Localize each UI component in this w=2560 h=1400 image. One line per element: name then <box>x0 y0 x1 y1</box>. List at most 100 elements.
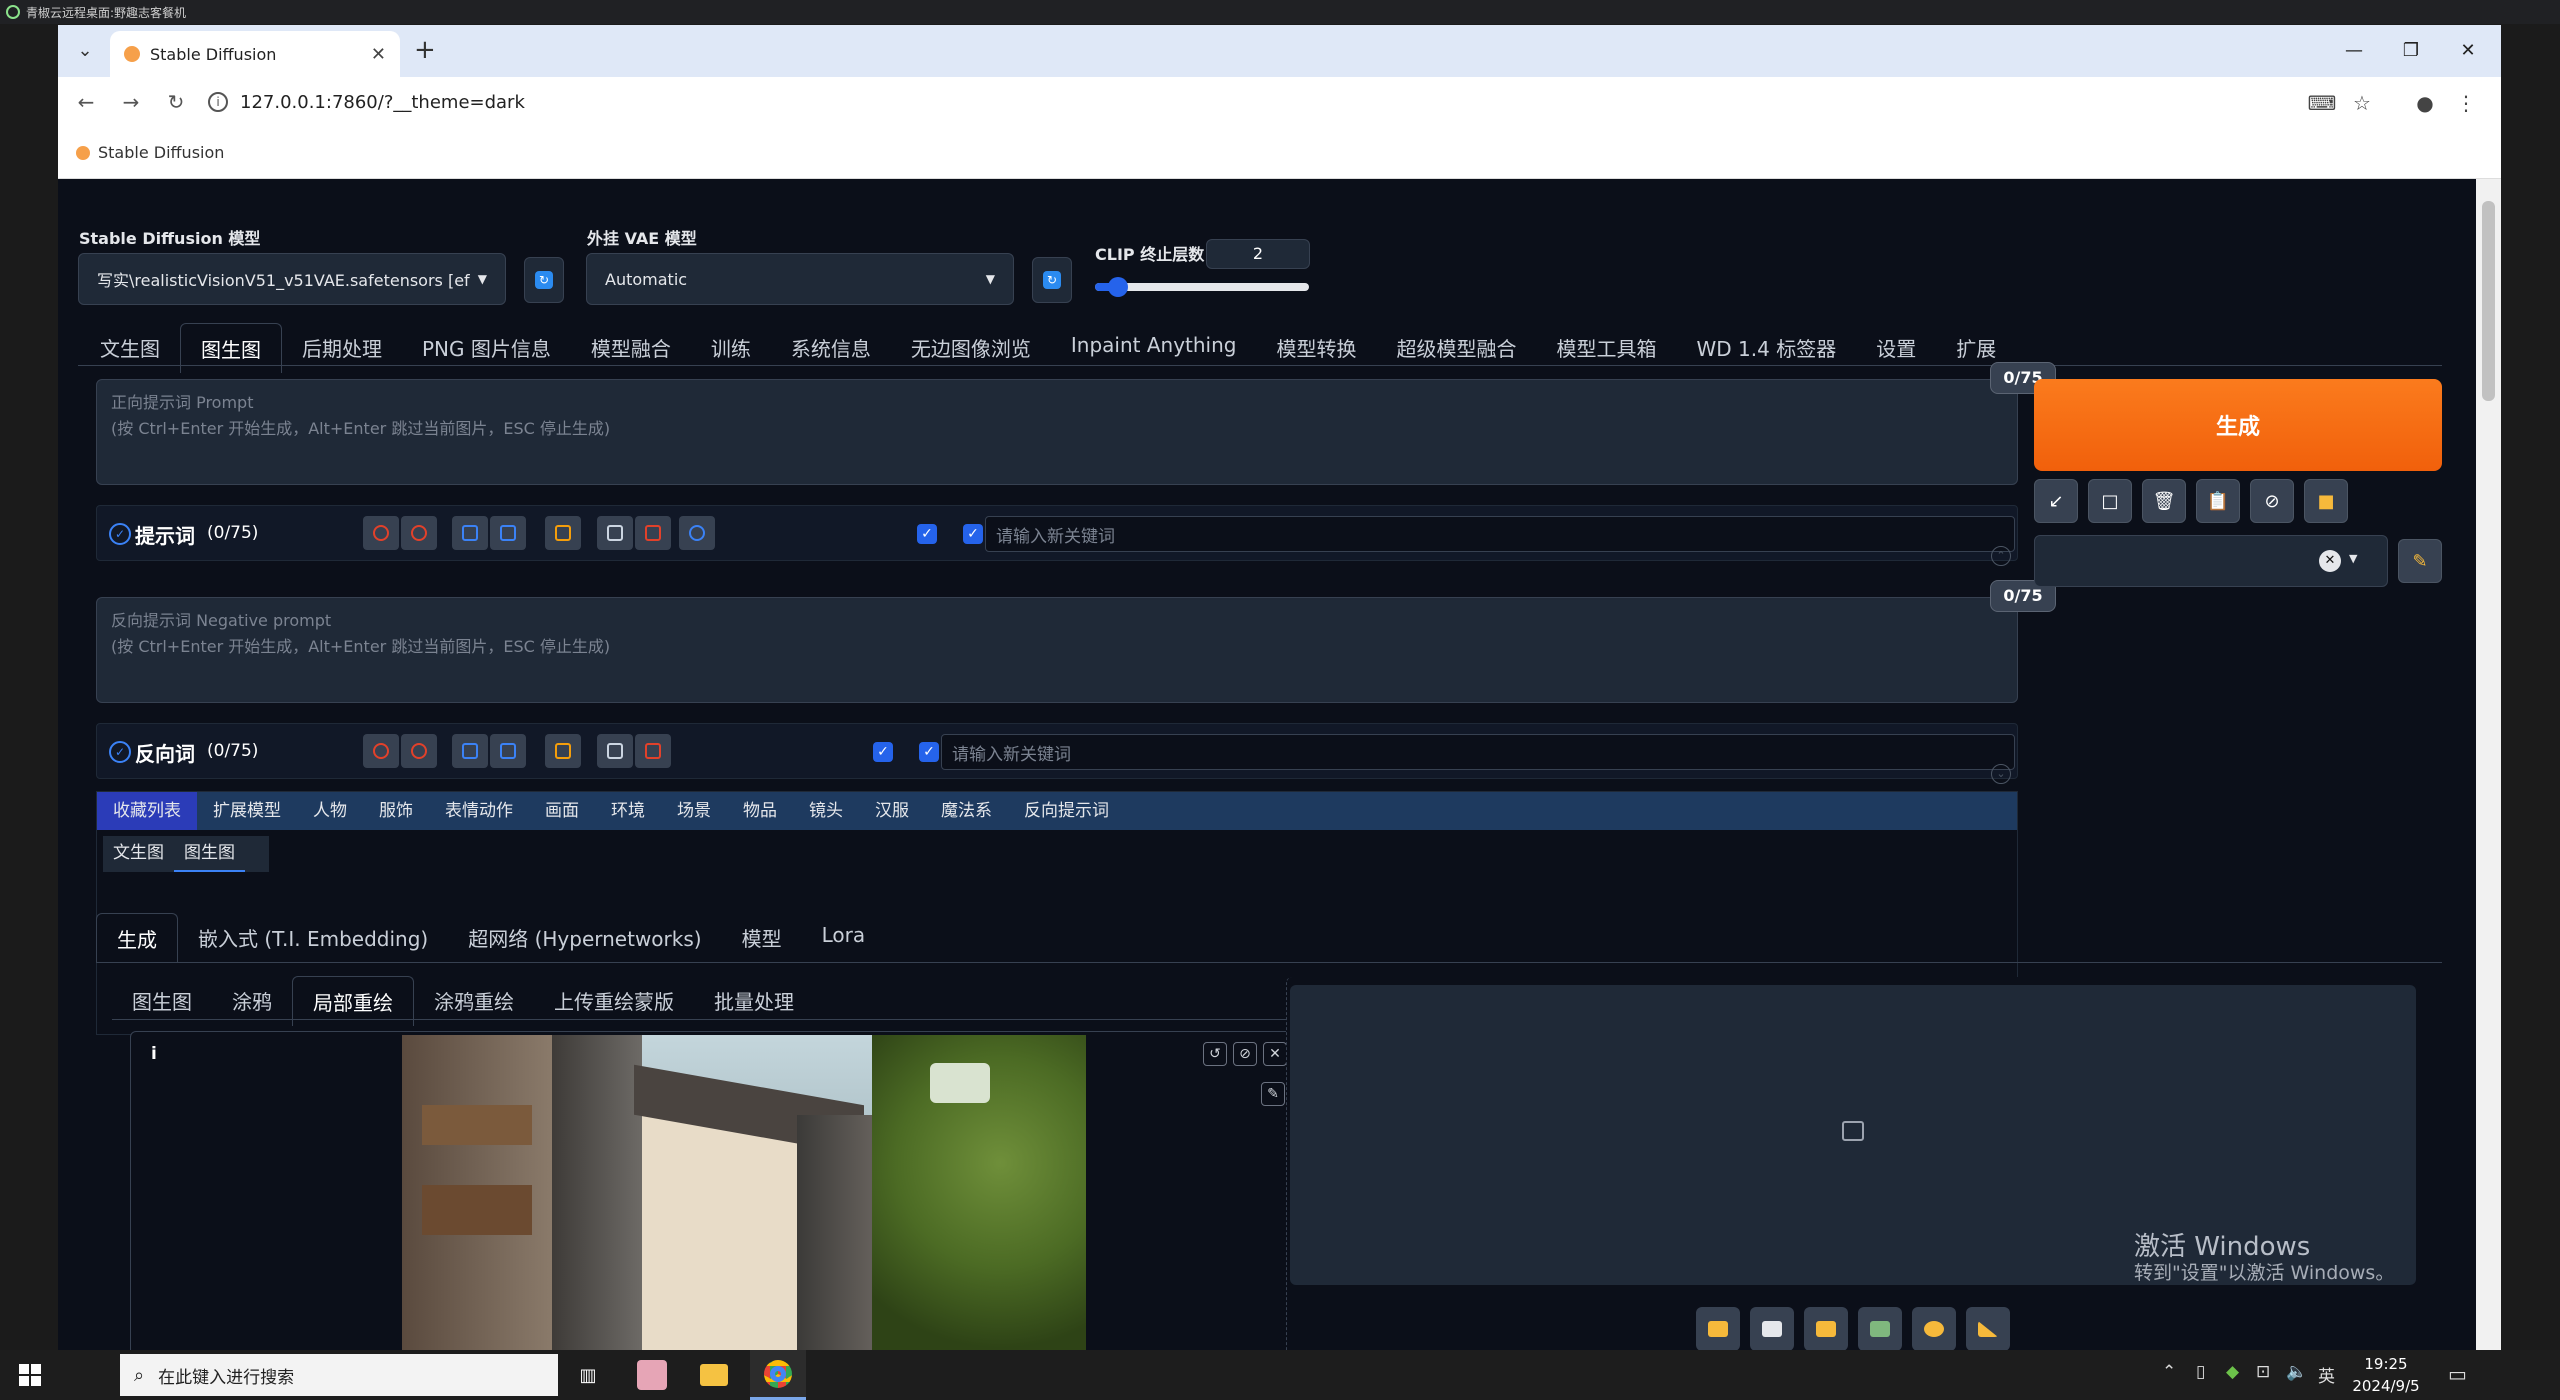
trash-can-icon[interactable]: 🗑 <box>2142 479 2186 523</box>
sd-model-select[interactable]: 写实\realisticVisionV51_v51VAE.safetensors… <box>78 253 506 305</box>
gen-tab-generate[interactable]: 生成 <box>96 913 178 963</box>
prompt-option-checkbox[interactable]: ✓ <box>917 524 937 544</box>
copy-icon[interactable] <box>597 516 633 550</box>
category-tab[interactable]: 镜头 <box>793 792 859 830</box>
anime-app-icon[interactable] <box>624 1350 680 1400</box>
bookmark-star-icon[interactable]: ☆ <box>2348 89 2376 117</box>
gear-icon[interactable] <box>679 516 715 550</box>
reload-icon[interactable]: ↻ <box>161 87 191 117</box>
chrome-icon[interactable] <box>750 1350 806 1400</box>
category-tab[interactable]: 反向提示词 <box>1008 792 1125 830</box>
browser-menu-icon[interactable]: ⋮ <box>2452 89 2480 117</box>
window-restore-icon[interactable]: ❐ <box>2391 35 2431 65</box>
category-tab[interactable]: 汉服 <box>859 792 925 830</box>
forward-arrow-icon[interactable]: → <box>116 87 146 117</box>
open-folder-icon[interactable] <box>1696 1307 1740 1350</box>
clip-skip-number-input[interactable]: 2 <box>1206 239 1310 269</box>
clip-skip-slider-track[interactable] <box>1095 277 1309 297</box>
page-scrollbar[interactable] <box>2476 179 2501 1350</box>
category-tab[interactable]: 画面 <box>529 792 595 830</box>
gen-tab-model[interactable]: 模型 <box>722 913 802 963</box>
negative-option-checkbox[interactable]: ✓ <box>873 742 893 762</box>
taskbar-clock[interactable]: 19:25 2024/9/5 <box>2336 1353 2436 1397</box>
close-icon[interactable]: ✕ <box>1263 1042 1287 1066</box>
category-tab[interactable]: 场景 <box>661 792 727 830</box>
vae-model-select[interactable]: Automatic ▼ <box>586 253 1014 305</box>
prompt-keyword-input[interactable]: 请输入新关键词 <box>985 516 2015 552</box>
translate-icon[interactable]: ⌨ <box>2308 89 2337 117</box>
site-info-icon[interactable]: i <box>208 92 228 112</box>
prompt-keyword-checkbox[interactable]: ✓ <box>963 524 983 544</box>
paperclip-icon[interactable]: ⊘ <box>2250 479 2294 523</box>
square-icon[interactable]: □ <box>2088 479 2132 523</box>
brush-icon[interactable]: ✎ <box>1261 1082 1285 1106</box>
gen-tab-hypernetworks[interactable]: 超网络 (Hypernetworks) <box>448 913 721 963</box>
category-tab[interactable]: 物品 <box>727 792 793 830</box>
english-convert-icon[interactable] <box>545 516 581 550</box>
nvidia-icon[interactable]: ◆ <box>2226 1362 2239 1382</box>
chevron-up-icon[interactable]: ⌃ <box>1991 546 2011 566</box>
clipboard-icon[interactable]: 📋 <box>2196 479 2240 523</box>
address-bar[interactable]: i 127.0.0.1:7860/?__theme=dark <box>208 83 2418 121</box>
prompt-textarea[interactable]: 正向提示词 Prompt (按 Ctrl+Enter 开始生成，Alt+Ente… <box>96 379 2018 485</box>
volume-icon[interactable]: 🔈 <box>2286 1362 2307 1382</box>
translate-doc-icon[interactable] <box>452 516 488 550</box>
random-red-2-icon[interactable] <box>401 516 437 550</box>
vae-refresh-button[interactable]: ↻ <box>1032 257 1072 303</box>
random-red-2-icon[interactable] <box>401 734 437 768</box>
window-minimize-icon[interactable]: — <box>2334 35 2374 65</box>
gen-tab-embedding[interactable]: 嵌入式 (T.I. Embedding) <box>178 913 448 963</box>
trash-icon[interactable] <box>635 734 671 768</box>
category-tab[interactable]: 扩展模型 <box>197 792 297 830</box>
trash-icon[interactable] <box>635 516 671 550</box>
favorite-subtab-active[interactable]: 图生图 <box>174 836 245 872</box>
english-convert-icon[interactable] <box>545 734 581 768</box>
arrow-diagonal-icon[interactable]: ↙ <box>2034 479 2078 523</box>
scrollbar-thumb[interactable] <box>2482 201 2495 401</box>
send-to-inpaint-icon[interactable] <box>1912 1307 1956 1350</box>
file-explorer-icon[interactable] <box>686 1350 742 1400</box>
random-red-icon[interactable] <box>363 516 399 550</box>
styles-dropdown[interactable]: ✕ ▼ <box>2034 535 2388 587</box>
clear-canvas-icon[interactable]: ⊘ <box>1233 1042 1257 1066</box>
notification-icon[interactable]: ▭ <box>2448 1362 2467 1386</box>
clear-x-icon[interactable]: ✕ <box>2319 550 2341 572</box>
undo-icon[interactable]: ↺ <box>1203 1042 1227 1066</box>
sd-model-refresh-button[interactable]: ↻ <box>524 257 564 303</box>
category-tab[interactable]: 环境 <box>595 792 661 830</box>
random-red-icon[interactable] <box>363 734 399 768</box>
ime-indicator[interactable]: 英 <box>2318 1362 2335 1387</box>
prompt-collapse-check-icon[interactable]: ✓ <box>109 523 131 545</box>
translate-doc-icon[interactable] <box>452 734 488 768</box>
bookmark-doc-icon[interactable] <box>490 734 526 768</box>
save-icon[interactable] <box>1750 1307 1794 1350</box>
profile-avatar-icon[interactable]: ● <box>2411 89 2439 117</box>
chevron-down-circle-icon[interactable]: ⌄ <box>1991 764 2011 784</box>
clip-skip-slider-handle[interactable] <box>1108 277 1129 297</box>
negative-prompt-textarea[interactable]: 反向提示词 Negative prompt (按 Ctrl+Enter 开始生成… <box>96 597 2018 703</box>
negative-keyword-checkbox[interactable]: ✓ <box>919 742 939 762</box>
tab-search-chevron-icon[interactable]: ⌄ <box>70 35 100 65</box>
send-to-extras-icon[interactable] <box>1966 1307 2010 1350</box>
category-tab[interactable]: 服饰 <box>363 792 429 830</box>
zip-icon[interactable] <box>1804 1307 1848 1350</box>
new-tab-plus-icon[interactable]: + <box>414 35 436 65</box>
send-to-img2img-icon[interactable] <box>1858 1307 1902 1350</box>
taskbar-search[interactable]: ⌕ 在此键入进行搜索 <box>120 1354 558 1396</box>
window-close-icon[interactable]: ✕ <box>2448 35 2488 65</box>
tab-close-icon[interactable]: ✕ <box>371 44 386 65</box>
network-icon[interactable]: ⊡ <box>2256 1362 2270 1382</box>
negative-collapse-check-icon[interactable]: ✓ <box>109 741 131 763</box>
favorite-subtab[interactable]: 文生图 <box>103 836 174 872</box>
usb-icon[interactable]: ▯ <box>2196 1362 2205 1382</box>
generate-button[interactable]: 生成 <box>2034 379 2442 471</box>
task-view-icon[interactable]: ▥ <box>560 1350 616 1400</box>
uploaded-image[interactable] <box>402 1035 1086 1350</box>
category-tab[interactable]: 表情动作 <box>429 792 529 830</box>
style-box-icon[interactable]: ■ <box>2304 479 2348 523</box>
edit-pencil-icon[interactable]: ✎ <box>2398 539 2442 583</box>
browser-tab[interactable]: Stable Diffusion ✕ <box>110 31 400 77</box>
start-button[interactable] <box>0 1350 60 1400</box>
bookmark-item[interactable]: Stable Diffusion <box>98 143 224 162</box>
info-icon[interactable]: i <box>151 1044 157 1064</box>
